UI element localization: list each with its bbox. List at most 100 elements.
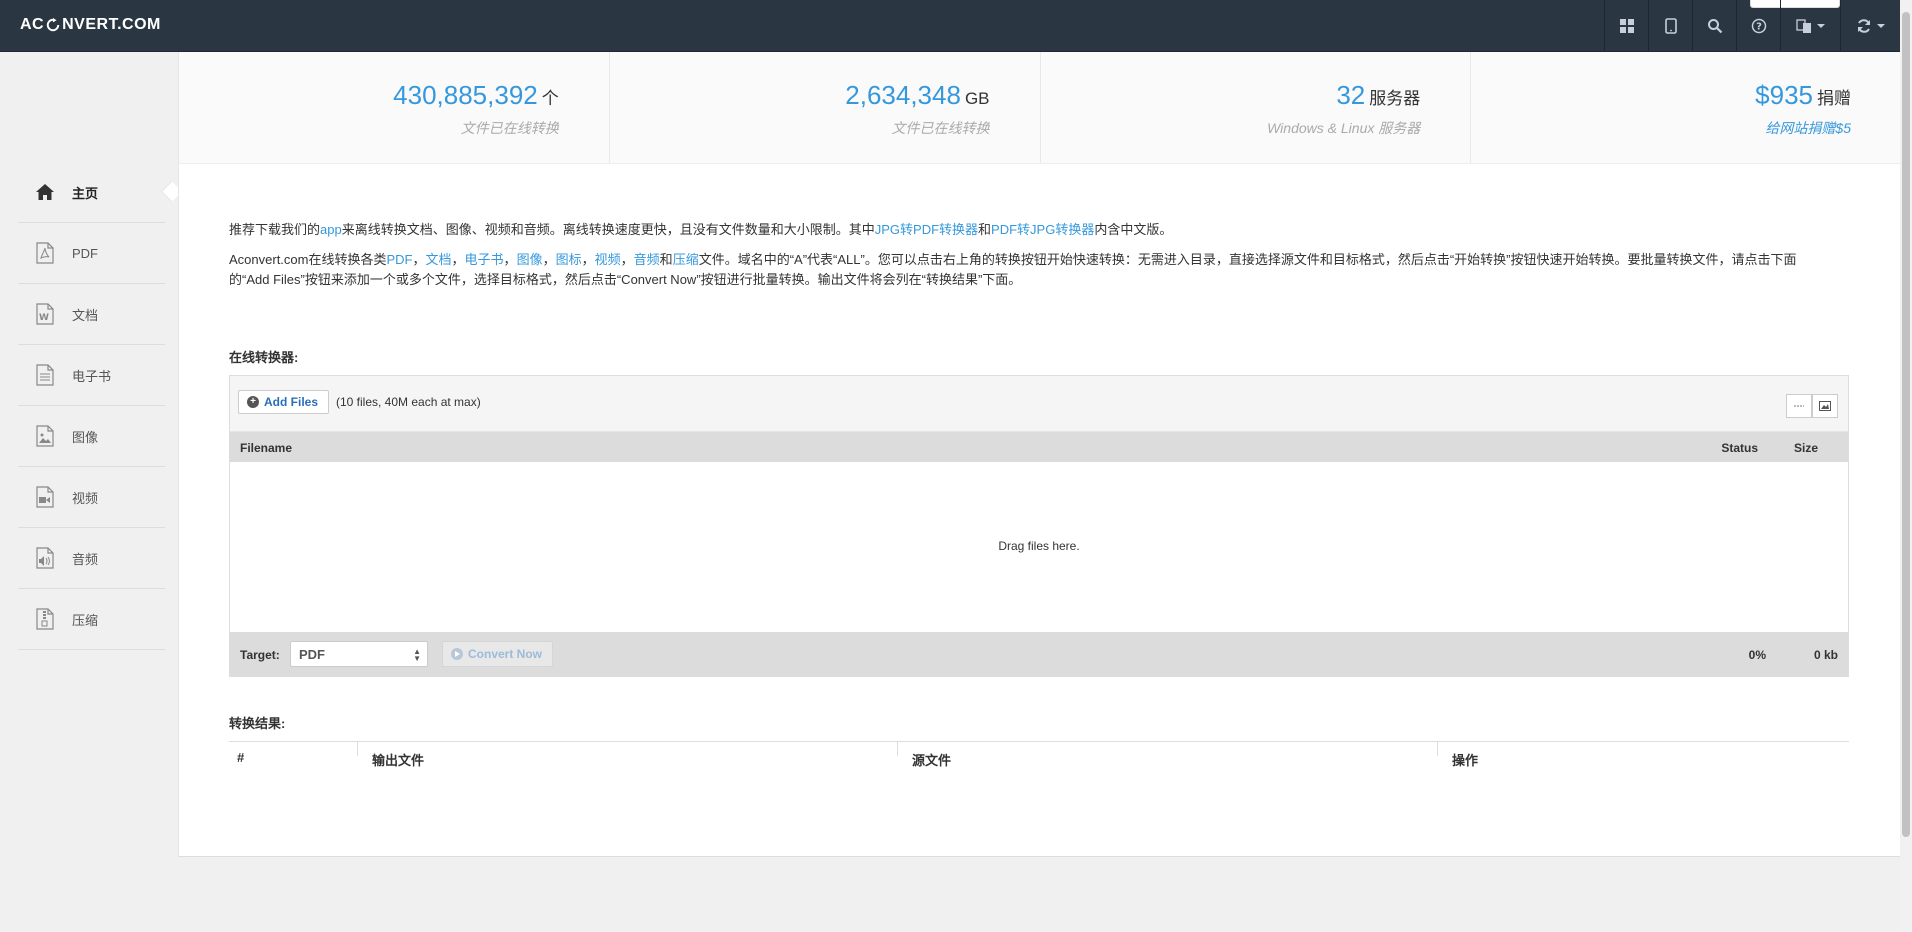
sidebar-item-ebook[interactable]: 电子书 <box>18 345 165 406</box>
language-icon <box>1796 19 1811 33</box>
column-size: Size <box>1793 441 1818 455</box>
search-button[interactable] <box>1692 0 1736 52</box>
navbar-icons: ? <box>1604 0 1900 52</box>
logo-refresh-icon <box>46 18 60 32</box>
sidebar-item-label: 电子书 <box>72 368 112 384</box>
scrollbar-thumb[interactable] <box>1902 12 1910 837</box>
stat-number: $935 <box>1755 80 1813 110</box>
sidebar-item-document[interactable]: W 文档 <box>18 284 165 345</box>
stat-number: 430,885,392 <box>393 80 538 110</box>
sidebar: 主页 PDF W 文档 电子书 图像 视频 音频 压缩 <box>0 52 178 932</box>
word-file-icon: W <box>34 303 56 325</box>
target-format-select[interactable]: PDF ▲ ▼ <box>290 641 428 667</box>
video-link[interactable]: 视频 <box>595 252 621 267</box>
pdf-file-icon <box>34 242 56 264</box>
svg-text:?: ? <box>1756 22 1762 33</box>
help-icon: ? <box>1751 18 1766 34</box>
column-status: Status <box>1721 441 1758 455</box>
play-circle-icon <box>451 648 463 660</box>
converter-title: 在线转换器: <box>229 350 299 365</box>
language-dropdown[interactable] <box>1780 0 1840 52</box>
stat-files-converted: 430,885,392 个 文件已在线转换 <box>179 52 610 163</box>
plus-circle-icon: + <box>247 396 259 408</box>
intro-text-span: Aconvert.com在线转换各类 <box>229 252 387 267</box>
separator: ， <box>451 252 465 267</box>
tablet-button[interactable] <box>1648 0 1692 52</box>
image-link[interactable]: 图像 <box>517 252 543 267</box>
pdf-link[interactable]: PDF <box>386 252 412 267</box>
intro-paragraph-1: 推荐下载我们的app来离线转换文档、图像、视频和音频。离线转换速度更快，且没有文… <box>229 220 1829 240</box>
archive-link[interactable]: 压缩 <box>673 252 699 267</box>
list-view-button[interactable] <box>1786 394 1812 418</box>
add-files-button[interactable]: + Add Files <box>238 390 330 414</box>
help-button[interactable]: ? <box>1736 0 1780 52</box>
page-scrollbar[interactable] <box>1900 0 1912 932</box>
intro-text-span: 推荐下载我们的 <box>229 222 321 237</box>
separator: ， <box>503 252 517 267</box>
intro-text-span: 来离线转换文档、图像、视频和音频。离线转换速度更快，且没有文件数量和大小限制。其… <box>341 222 875 237</box>
view-toggle <box>1786 394 1838 418</box>
uploader-toolbar: + Add Files (10 files, 40M each at max) <box>230 376 1848 432</box>
sidebar-item-label: 压缩 <box>72 612 99 628</box>
stat-donations: $935 捐赠 给网站捐赠$5 <box>1471 52 1901 163</box>
video-file-icon <box>34 486 56 508</box>
sidebar-item-archive[interactable]: 压缩 <box>18 589 165 650</box>
site-logo[interactable]: AC NVERT.COM <box>20 16 161 34</box>
thumbnail-view-button[interactable] <box>1812 394 1838 418</box>
stat-number: 32 <box>1336 80 1366 110</box>
stat-number: 2,634,348 <box>845 80 961 110</box>
target-format-value: PDF <box>299 647 325 662</box>
quick-convert-dropdown[interactable] <box>1840 0 1900 52</box>
file-limit-text: (10 files, 40M each at max) <box>336 395 481 409</box>
stat-description: Windows & Linux 服务器 <box>1267 120 1421 136</box>
intro-paragraph-2: Aconvert.com在线转换各类PDF，文档，电子书，图像，图标，视频，音频… <box>229 250 1829 290</box>
target-label: Target: <box>240 648 280 662</box>
sidebar-item-image[interactable]: 图像 <box>18 406 165 467</box>
select-arrows-icon: ▲ ▼ <box>413 647 421 663</box>
stat-description: 文件已在线转换 <box>460 120 559 136</box>
sidebar-item-audio[interactable]: 音频 <box>18 528 165 589</box>
sidebar-item-label: 图像 <box>72 429 99 445</box>
document-link[interactable]: 文档 <box>426 252 452 267</box>
sidebar-item-video[interactable]: 视频 <box>18 467 165 528</box>
conjunction: 和 <box>659 252 673 267</box>
tablet-icon <box>1664 18 1677 34</box>
logo-text-right: NVERT.COM <box>62 16 161 33</box>
chevron-down-icon <box>1817 24 1825 28</box>
column-divider <box>357 742 358 756</box>
sidebar-item-pdf[interactable]: PDF <box>18 223 165 284</box>
sidebar-menu: 主页 PDF W 文档 电子书 图像 视频 音频 压缩 <box>18 162 165 650</box>
results-column-index: # <box>237 750 245 765</box>
results-table-header: # 输出文件 源文件 操作 <box>229 741 1849 771</box>
sidebar-item-home[interactable]: 主页 <box>18 162 165 223</box>
icon-link[interactable]: 图标 <box>556 252 582 267</box>
ebook-link[interactable]: 电子书 <box>465 252 504 267</box>
column-filename: Filename <box>240 441 293 455</box>
progress-percent: 0% <box>1748 648 1766 662</box>
stat-description: 文件已在线转换 <box>891 120 990 136</box>
app-link[interactable]: app <box>320 222 342 237</box>
separator: ， <box>412 252 426 267</box>
separator: ， <box>581 252 595 267</box>
drop-zone-text: Drag files here. <box>998 539 1080 553</box>
uploader-table-header: Filename Status Size <box>230 432 1848 462</box>
stat-servers: 32 服务器 Windows & Linux 服务器 <box>1041 52 1472 163</box>
audio-file-icon <box>34 547 56 569</box>
total-size: 0 kb <box>1813 648 1838 662</box>
donate-link[interactable]: 给网站捐赠$5 <box>1765 118 1851 138</box>
sidebar-item-label: PDF <box>72 245 98 261</box>
audio-link[interactable]: 音频 <box>634 252 660 267</box>
sidebar-item-label: 文档 <box>72 307 99 323</box>
column-divider <box>1437 742 1438 756</box>
results-column-output: 输出文件 <box>372 753 425 768</box>
apps-grid-button[interactable] <box>1604 0 1648 52</box>
convert-now-button[interactable]: Convert Now <box>442 641 554 667</box>
list-icon <box>1794 405 1804 407</box>
jpg-to-pdf-link[interactable]: JPG转PDF转换器 <box>875 222 978 237</box>
results-title: 转换结果: <box>229 716 286 731</box>
results-column-actions: 操作 <box>1452 753 1479 768</box>
file-drop-zone[interactable]: Drag files here. <box>230 462 1848 632</box>
uploader-footer: Target: PDF ▲ ▼ Convert Now 0% 0 kb <box>230 632 1848 677</box>
stat-unit: GB <box>964 89 990 108</box>
pdf-to-jpg-link[interactable]: PDF转JPG转换器 <box>991 222 1094 237</box>
